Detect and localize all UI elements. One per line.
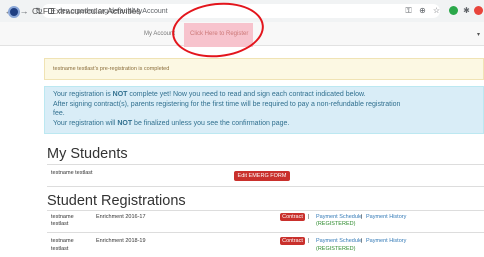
info-alert: Your registration is NOT complete yet! N…	[44, 86, 484, 134]
contract-button[interactable]: Contract	[280, 213, 305, 221]
my-students-heading: My Students	[47, 146, 128, 162]
school-logo-icon[interactable]	[8, 6, 20, 18]
payment-history-link[interactable]: Payment History	[366, 213, 406, 221]
profile-avatar[interactable]	[474, 6, 483, 15]
edit-emerg-form-button[interactable]: Edit EMERG FORM	[234, 171, 290, 181]
reg-program: Enrichment 2016-17	[96, 214, 146, 220]
reg-student-first: testname	[51, 238, 74, 244]
star-icon[interactable]: ☆	[432, 6, 441, 15]
separator: |	[361, 214, 363, 220]
reg-student-last: testlast	[51, 246, 69, 252]
divider	[47, 232, 484, 233]
registration-status: (REGISTERED)	[316, 246, 356, 252]
registration-status: (REGISTERED)	[316, 221, 356, 227]
separator: |	[361, 238, 363, 244]
chevron-down-icon[interactable]: ▾	[477, 31, 480, 38]
warning-alert-text: testname testlast's pre-registration is …	[53, 66, 170, 72]
reg-student-last: testlast	[51, 221, 69, 227]
extension-icon[interactable]	[449, 6, 458, 15]
payment-history-link[interactable]: Payment History	[366, 237, 406, 245]
info-line-1: Your registration is NOT complete yet! N…	[53, 91, 366, 98]
info-line-4: Your registration will NOT be finalized …	[53, 119, 290, 127]
divider	[47, 164, 484, 165]
divider	[47, 186, 484, 187]
key-icon[interactable]: ⚿	[404, 6, 413, 15]
separator: |	[308, 238, 310, 244]
reg-program: Enrichment 2018-19	[96, 238, 146, 244]
puzzle-icon[interactable]: ✱	[462, 6, 471, 15]
info-line-3: fee.	[53, 110, 65, 117]
divider	[47, 210, 484, 211]
contract-button[interactable]: Contract	[280, 237, 305, 245]
payment-schedule-link[interactable]: Payment Schedule	[316, 237, 362, 245]
student-name: testname testlast	[51, 170, 93, 176]
separator: |	[308, 214, 310, 220]
brand-title[interactable]: CLF Extracurricular Activities	[32, 6, 141, 16]
nav-my-account[interactable]: My Account	[144, 31, 175, 37]
warning-alert: testname testlast's pre-registration is …	[44, 58, 484, 80]
info-line-2: After signing contract(s), parents regis…	[53, 100, 401, 108]
student-registrations-heading: Student Registrations	[47, 193, 186, 209]
zoom-icon[interactable]: ⊕	[418, 6, 427, 15]
